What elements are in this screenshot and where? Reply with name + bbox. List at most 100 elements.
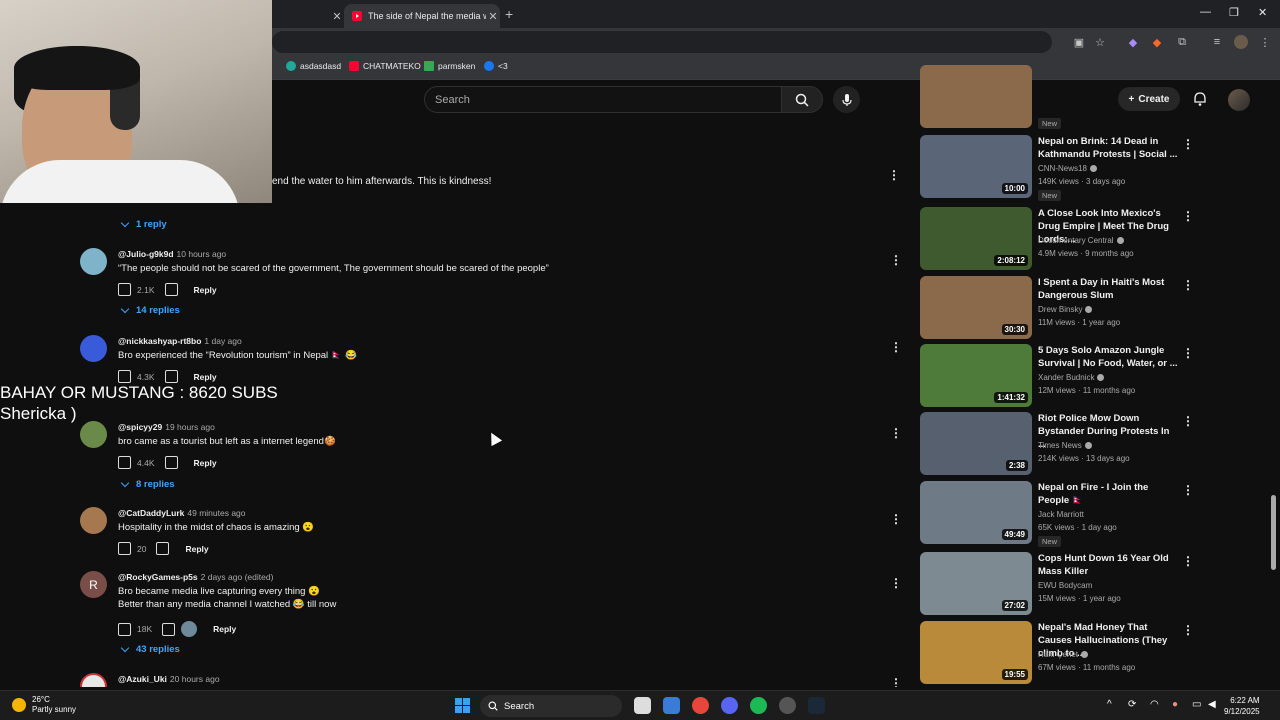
like-icon[interactable] <box>118 622 131 636</box>
extension-orange-icon[interactable]: ◆ <box>1150 35 1164 49</box>
video-title[interactable]: 5 Days Solo Amazon Jungle Survival | No … <box>1038 344 1178 370</box>
volume-icon[interactable]: ◀ <box>1208 699 1216 710</box>
microphone-icon[interactable]: ● <box>1172 699 1178 710</box>
voice-search-button[interactable] <box>833 86 860 113</box>
channel-name[interactable]: Drew Binsky <box>1038 305 1093 314</box>
related-video[interactable]: 19:55 Nepal's Mad Honey That Causes Hall… <box>920 621 1270 685</box>
bookmark-item[interactable]: parmsken <box>424 61 475 71</box>
dislike-icon[interactable] <box>164 456 178 469</box>
minimize-icon[interactable]: — <box>1200 6 1211 18</box>
comment-time[interactable]: 1 day ago <box>204 336 241 346</box>
extensions-icon[interactable]: ⧉ <box>1175 35 1189 49</box>
like-icon[interactable] <box>118 456 131 469</box>
reply-button[interactable]: Reply <box>194 285 217 295</box>
account-avatar[interactable] <box>1228 89 1250 111</box>
reply-button[interactable]: Reply <box>194 458 217 468</box>
channel-name[interactable]: Jack Marriott <box>1038 510 1084 519</box>
video-thumbnail[interactable]: 49:49 <box>920 481 1032 544</box>
avatar[interactable] <box>80 335 107 362</box>
video-title[interactable]: Nepal on Brink: 14 Dead in Kathmandu Pro… <box>1038 135 1178 161</box>
like-icon[interactable] <box>118 283 131 296</box>
extension-purple-icon[interactable]: ◆ <box>1126 35 1140 49</box>
video-menu-icon[interactable]: ⋮ <box>1182 346 1194 360</box>
video-menu-icon[interactable]: ⋮ <box>1182 209 1194 223</box>
search-input[interactable]: Search <box>424 86 782 113</box>
comment-author[interactable]: @Azuki_Uki <box>118 674 167 684</box>
related-video[interactable]: New <box>920 65 1270 129</box>
reply-button[interactable]: Reply <box>213 624 236 634</box>
network-icon[interactable]: ◠ <box>1150 699 1159 710</box>
comment-author[interactable]: @spicyy29 <box>118 422 162 432</box>
reply-button[interactable]: Reply <box>185 544 208 554</box>
video-menu-icon[interactable]: ⋮ <box>1182 137 1194 151</box>
start-button[interactable] <box>455 698 470 713</box>
video-thumbnail[interactable]: 10:00 <box>920 135 1032 198</box>
comment-time[interactable]: 49 minutes ago <box>187 508 245 518</box>
create-button[interactable]: + Create <box>1118 87 1180 111</box>
video-thumbnail[interactable]: 2:08:12 <box>920 207 1032 270</box>
video-menu-icon[interactable]: ⋮ <box>1182 278 1194 292</box>
related-video[interactable]: 49:49 Nepal on Fire - I Join the People … <box>920 481 1270 547</box>
avatar[interactable] <box>80 507 107 534</box>
new-tab-icon[interactable]: + <box>505 6 513 22</box>
comment-author[interactable]: @RockyGames-p5s <box>118 572 198 582</box>
comment-menu-icon[interactable]: ⋮ <box>890 340 902 354</box>
bookmark-star-icon[interactable]: ☆ <box>1093 35 1107 49</box>
related-video[interactable]: 1:41:32 5 Days Solo Amazon Jungle Surviv… <box>920 344 1270 408</box>
channel-name[interactable]: CNN-News18 <box>1038 164 1097 173</box>
dislike-icon[interactable] <box>162 622 176 636</box>
video-thumbnail[interactable] <box>920 65 1032 128</box>
notifications-bell-icon[interactable] <box>1192 91 1208 107</box>
reply-button[interactable]: Reply <box>194 372 217 382</box>
spotify-icon[interactable] <box>750 697 767 714</box>
comment-author[interactable]: @nickkashyap-rt8bo <box>118 336 201 346</box>
video-thumbnail[interactable]: 19:55 <box>920 621 1032 684</box>
like-icon[interactable] <box>118 542 131 555</box>
search-button[interactable] <box>781 86 823 113</box>
bookmark-item[interactable]: asdasdasd <box>286 61 341 71</box>
chrome-icon[interactable] <box>692 697 709 714</box>
comment-menu-icon[interactable]: ⋮ <box>890 512 902 526</box>
avatar[interactable]: R <box>80 571 107 598</box>
dislike-icon[interactable] <box>156 542 170 555</box>
video-title[interactable]: I Spent a Day in Haiti's Most Dangerous … <box>1038 276 1178 302</box>
view-replies-button[interactable]: 1 reply <box>120 218 167 230</box>
video-menu-icon[interactable]: ⋮ <box>1182 414 1194 428</box>
view-replies-button[interactable]: 14 replies <box>120 304 180 316</box>
related-video[interactable]: 2:08:12 A Close Look Into Mexico's Drug … <box>920 207 1270 271</box>
avatar[interactable] <box>80 421 107 448</box>
profile-icon[interactable] <box>1234 35 1248 49</box>
comment-author[interactable]: @Julio-g9k9d <box>118 249 174 259</box>
related-video[interactable]: 2:38 Riot Police Mow Down Bystander Duri… <box>920 412 1270 476</box>
channel-name[interactable]: EWU Bodycam <box>1038 581 1092 590</box>
comment-menu-icon[interactable]: ⋮ <box>890 676 900 687</box>
comment-time[interactable]: 19 hours ago <box>165 422 215 432</box>
tab-search-icon[interactable]: ≡ <box>1210 35 1224 49</box>
video-menu-icon[interactable]: ⋮ <box>1182 554 1194 568</box>
tab-active[interactable]: The side of Nepal the media w... ✕ <box>344 4 500 28</box>
related-video[interactable]: 10:00 Nepal on Brink: 14 Dead in Kathman… <box>920 135 1270 201</box>
bookmark-item[interactable]: CHATMATEKO <box>349 61 421 71</box>
display-icon[interactable]: ▭ <box>1192 699 1201 710</box>
file-explorer-icon[interactable] <box>634 697 651 714</box>
comment-menu-icon[interactable]: ⋮ <box>890 576 902 590</box>
channel-name[interactable]: Xander Budnick <box>1038 373 1105 382</box>
video-thumbnail[interactable]: 30:30 <box>920 276 1032 339</box>
avatar[interactable] <box>80 673 107 687</box>
video-thumbnail[interactable]: 27:02 <box>920 552 1032 615</box>
comment-menu-icon[interactable]: ⋮ <box>888 168 900 182</box>
window-close-icon[interactable]: ✕ <box>1258 6 1267 19</box>
weather-widget[interactable]: 26°C Partly sunny <box>12 695 76 715</box>
comment-menu-icon[interactable]: ⋮ <box>890 253 902 267</box>
cast-icon[interactable]: ▣ <box>1072 35 1086 49</box>
comment-time[interactable]: 20 hours ago <box>170 674 220 684</box>
channel-name[interactable]: Ruhi Çenet <box>1038 650 1089 659</box>
comment-time[interactable]: 10 hours ago <box>177 249 227 259</box>
video-title[interactable]: Nepal on Fire - I Join the People 🇳🇵 <box>1038 481 1178 507</box>
menu-kebab-icon[interactable]: ⋮ <box>1258 35 1272 49</box>
video-menu-icon[interactable]: ⋮ <box>1182 623 1194 637</box>
view-replies-button[interactable]: 8 replies <box>120 478 175 490</box>
video-thumbnail[interactable]: 1:41:32 <box>920 344 1032 407</box>
obs-icon[interactable] <box>779 697 796 714</box>
channel-name[interactable]: Documentary Central <box>1038 236 1124 245</box>
